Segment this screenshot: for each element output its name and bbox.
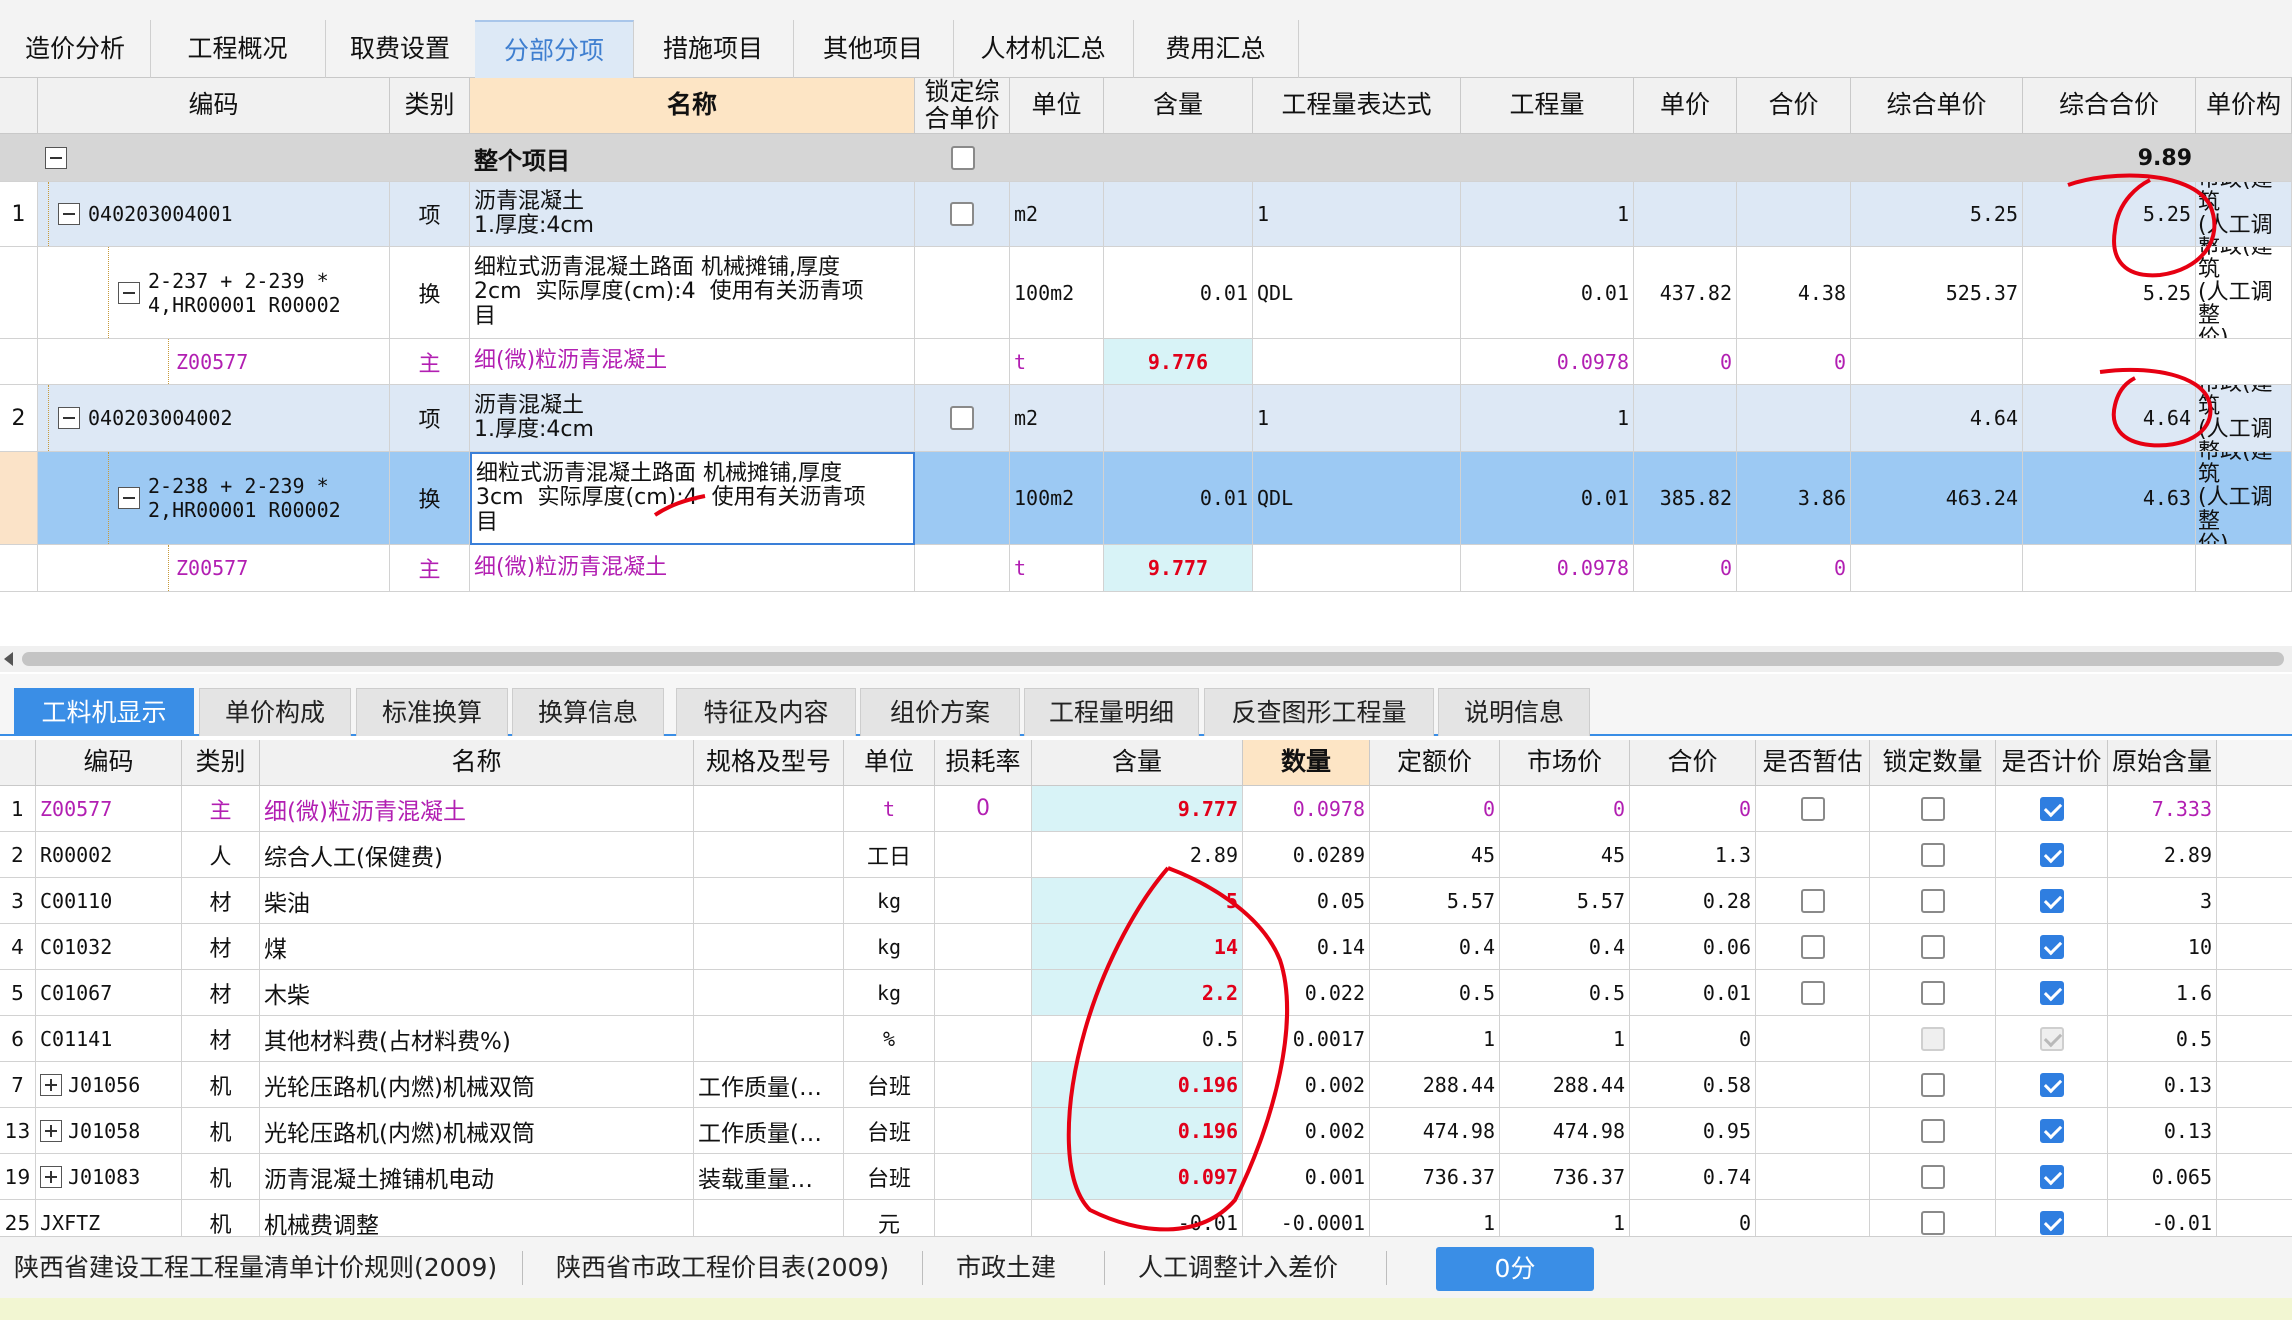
annotation-layer <box>653 173 2217 1232</box>
annotation-underline <box>653 494 706 517</box>
annotation-circle-2 <box>2099 367 2213 448</box>
annotation-circle-1 <box>2067 173 2217 278</box>
annotation-ellipse <box>1066 866 1290 1232</box>
